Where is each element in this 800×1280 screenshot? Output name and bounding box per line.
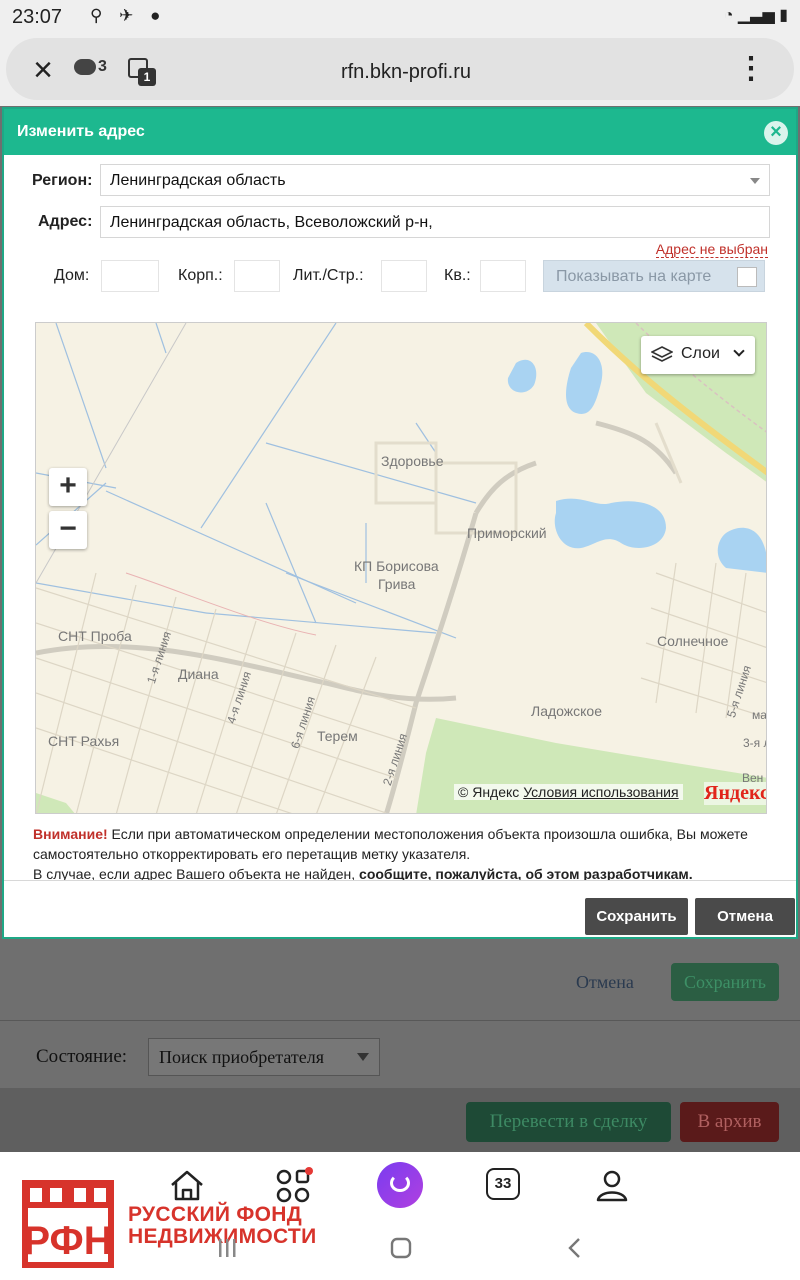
browser-bar: × 3 1 rfn.bkn-profi.ru ⋮ xyxy=(0,34,800,106)
address-label: Адрес: xyxy=(38,213,93,230)
home-system-icon[interactable] xyxy=(390,1237,412,1259)
save-button[interactable]: Сохранить xyxy=(585,898,688,935)
map-label-griva: Грива xyxy=(378,576,416,592)
letter-input[interactable] xyxy=(381,260,427,292)
signal-battery-icons: ◔ ▁▃▅ ▮ xyxy=(723,7,788,24)
map-label-ma: ма xyxy=(752,708,767,722)
state-select[interactable]: Поиск приобретателя xyxy=(148,1038,380,1076)
archive-button[interactable]: В архив xyxy=(680,1102,779,1142)
show-on-map-checkbox[interactable] xyxy=(737,267,757,287)
map-label-line-3: 3-я л xyxy=(743,736,766,750)
services-icon[interactable] xyxy=(273,1166,313,1206)
home-icon[interactable] xyxy=(167,1166,207,1206)
bg-cancel-link[interactable]: Отмена xyxy=(576,972,634,993)
copyright-text: © Яндекс xyxy=(458,784,520,800)
yandex-logo[interactable]: Яндекс xyxy=(704,782,766,805)
convert-to-deal-button[interactable]: Перевести в сделку xyxy=(466,1102,671,1142)
zoom-out-button[interactable]: − xyxy=(49,511,87,549)
address-input[interactable]: Ленинградская область, Всеволожский р-н, xyxy=(100,206,770,238)
region-value: Ленинградская область xyxy=(110,172,286,189)
dialog-header: Изменить адрес × xyxy=(4,109,796,155)
map-label-snt-rakhya: СНТ Рахья xyxy=(48,733,120,749)
map-label-diana: Диана xyxy=(178,666,219,682)
map-label-snt-proba: СНТ Проба xyxy=(58,628,132,644)
alice-assistant-icon[interactable] xyxy=(377,1162,423,1208)
map-label-terem: Терем xyxy=(317,728,358,744)
logo-line-1: РУССКИЙ ФОНД xyxy=(128,1203,302,1226)
house-input[interactable] xyxy=(101,260,159,292)
dropdown-arrow-icon xyxy=(750,178,760,184)
map-label-solnechnoe: Солнечное xyxy=(657,633,729,649)
cancel-button[interactable]: Отмена xyxy=(695,898,795,935)
profile-icon[interactable] xyxy=(592,1166,632,1206)
state-label: Состояние: xyxy=(36,1046,128,1067)
layers-icon xyxy=(651,346,673,362)
tabs-counter-icon[interactable]: 33 xyxy=(486,1168,520,1200)
terms-link[interactable]: Условия использования xyxy=(523,784,678,800)
rfn-logo-icon: РФН xyxy=(22,1180,114,1268)
map-label-ladozhskoe: Ладожское xyxy=(531,703,602,719)
show-on-map-toggle[interactable]: Показывать на карте xyxy=(543,260,765,292)
back-icon[interactable] xyxy=(567,1237,583,1259)
bg-save-button[interactable]: Сохранить xyxy=(671,963,779,1001)
close-icon[interactable]: × xyxy=(764,121,788,145)
building-input[interactable] xyxy=(234,260,280,292)
tabs-badge: 33 xyxy=(494,1175,512,1192)
map[interactable]: + − Слои Здоровье Приморский КП Борисова… xyxy=(35,322,767,814)
divider xyxy=(0,1020,800,1021)
building-label: Корп.: xyxy=(178,267,223,284)
change-address-dialog: Изменить адрес × Регион: Ленинградская о… xyxy=(2,107,798,939)
address-warning: Адрес не выбран xyxy=(655,241,768,258)
map-copyright: © Яндекс Условия использования xyxy=(454,784,683,800)
dropdown-arrow-icon xyxy=(357,1053,369,1061)
house-label: Дом: xyxy=(54,267,90,284)
region-select[interactable]: Ленинградская область xyxy=(100,164,770,196)
map-label-kp-borisova: КП Борисова xyxy=(354,558,439,574)
letter-label: Лит./Стр.: xyxy=(293,267,364,284)
show-on-map-label: Показывать на карте xyxy=(556,268,712,285)
alice-ring xyxy=(390,1174,410,1192)
region-label: Регион: xyxy=(32,172,93,189)
more-menu-icon[interactable]: ⋮ xyxy=(736,52,766,86)
layers-button[interactable]: Слои xyxy=(641,336,755,374)
layers-label: Слои xyxy=(681,345,720,362)
notice-text: Если при автоматическом определении мест… xyxy=(33,826,748,862)
address-value: Ленинградская область, Всеволожский р-н, xyxy=(110,214,433,231)
dialog-title: Изменить адрес xyxy=(17,123,145,140)
zoom-in-button[interactable]: + xyxy=(49,468,87,506)
status-bar: 23:07 ⚲ ✈ ● ◔ ▁▃▅ ▮ xyxy=(0,0,800,34)
notice: Внимание! Если при автоматическом опреде… xyxy=(33,824,783,884)
apartment-label: Кв.: xyxy=(444,267,471,284)
map-label-zdorovie: Здоровье xyxy=(381,453,444,469)
notice-warn: Внимание! xyxy=(33,826,108,842)
dialog-footer: Сохранить Отмена xyxy=(4,880,796,937)
bottom-nav: 33 РФН РУССКИЙ ФОНД НЕДВИЖИМОСТИ xyxy=(0,1152,800,1280)
svg-text:РФН: РФН xyxy=(23,1219,112,1263)
map-label-primorsky: Приморский xyxy=(467,525,547,541)
url-text[interactable]: rfn.bkn-profi.ru xyxy=(6,61,800,84)
state-value: Поиск приобретателя xyxy=(159,1047,325,1067)
recent-apps-icon[interactable] xyxy=(218,1237,236,1259)
address-bar[interactable]: × 3 1 rfn.bkn-profi.ru ⋮ xyxy=(6,38,794,100)
status-time: 23:07 xyxy=(12,6,63,28)
apartment-input[interactable] xyxy=(480,260,526,292)
notification-icons: ⚲ ✈ ● xyxy=(90,6,167,25)
chevron-down-icon xyxy=(733,345,745,357)
